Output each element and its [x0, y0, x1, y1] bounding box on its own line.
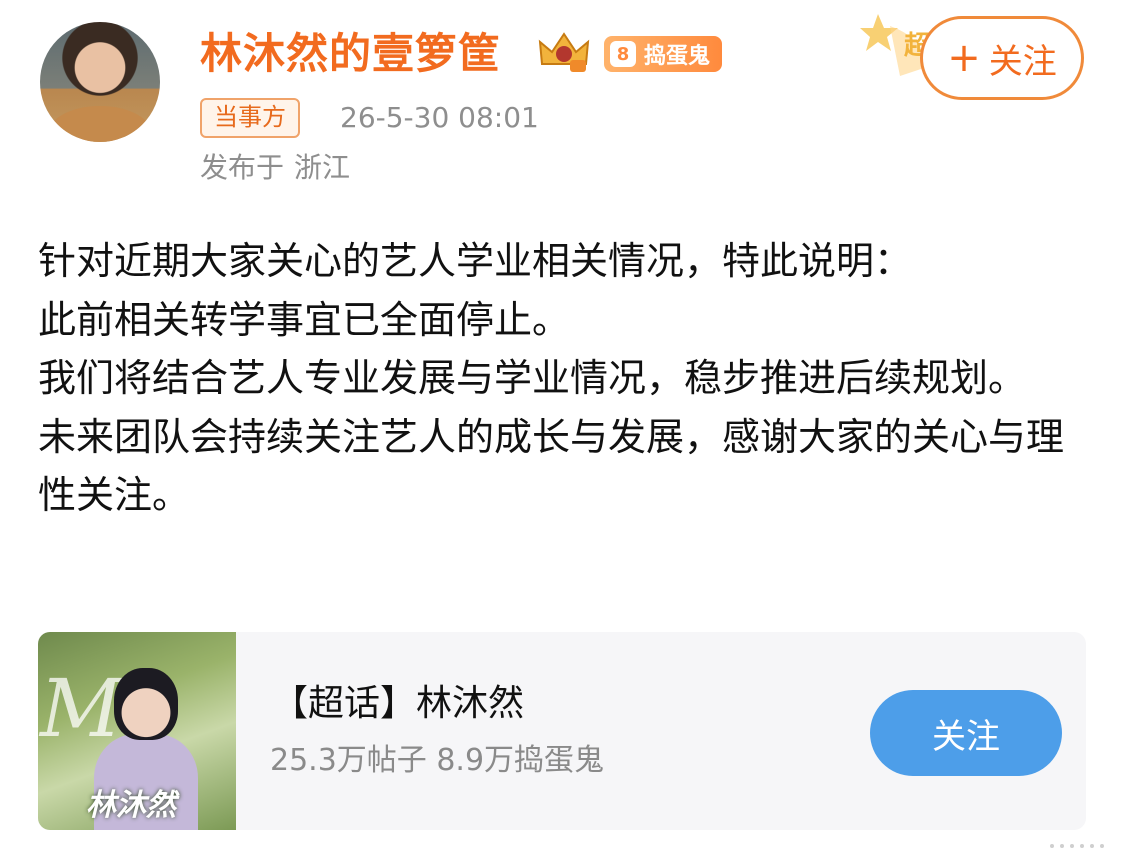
super-topic-thumbnail[interactable]: M 林沐然 — [38, 632, 236, 830]
thumb-letter: M — [40, 662, 122, 755]
post-paragraph: 针对近期大家关心的艺人学业相关情况，特此说明： — [38, 239, 913, 283]
super-topic-title[interactable]: 【超话】林沐然 — [272, 680, 524, 728]
post-body: 针对近期大家关心的艺人学业相关情况，特此说明： 此前相关转学事宜已全面停止。 我… — [38, 232, 1098, 525]
crown-icon — [538, 32, 590, 72]
super-topic-stats: 25.3万帖子 8.9万捣蛋鬼 — [270, 743, 605, 778]
post-location: 发布于 浙江 — [200, 148, 350, 188]
watermark-dots-icon — [1050, 844, 1104, 848]
thumb-figure-head — [114, 668, 178, 740]
party-tag: 当事方 — [200, 98, 300, 138]
avatar[interactable] — [40, 22, 160, 142]
super-topic-card[interactable]: M 林沐然 【超话】林沐然 25.3万帖子 8.9万捣蛋鬼 关注 — [38, 632, 1086, 830]
follow-button[interactable]: + 关注 — [920, 16, 1084, 100]
follow-button-label: 关注 — [988, 41, 1057, 82]
fan-level: 8 — [610, 41, 636, 67]
username[interactable]: 林沐然的壹箩筐 — [200, 26, 501, 82]
fan-badge-label: 捣蛋鬼 — [644, 44, 711, 69]
plus-icon: + — [947, 35, 981, 81]
post-paragraph: 我们将结合艺人专业发展与学业情况，稳步推进后续规划。 — [38, 356, 1027, 400]
avatar-shoulders — [48, 106, 152, 142]
super-topic-follow-button[interactable]: 关注 — [870, 690, 1062, 776]
post-paragraph: 此前相关转学事宜已全面停止。 — [38, 297, 571, 342]
fan-badge[interactable]: 8 捣蛋鬼 — [604, 36, 723, 72]
post-timestamp: 26-5-30 08:01 — [340, 101, 539, 134]
post-paragraph: 未来团队会持续关注艺人的成长与发展，感谢大家的关心与理性关注。 — [38, 414, 1065, 518]
thumb-name: 林沐然 — [86, 788, 176, 823]
location-prefix: 发布于 — [200, 151, 285, 184]
location-value: 浙江 — [294, 151, 351, 184]
